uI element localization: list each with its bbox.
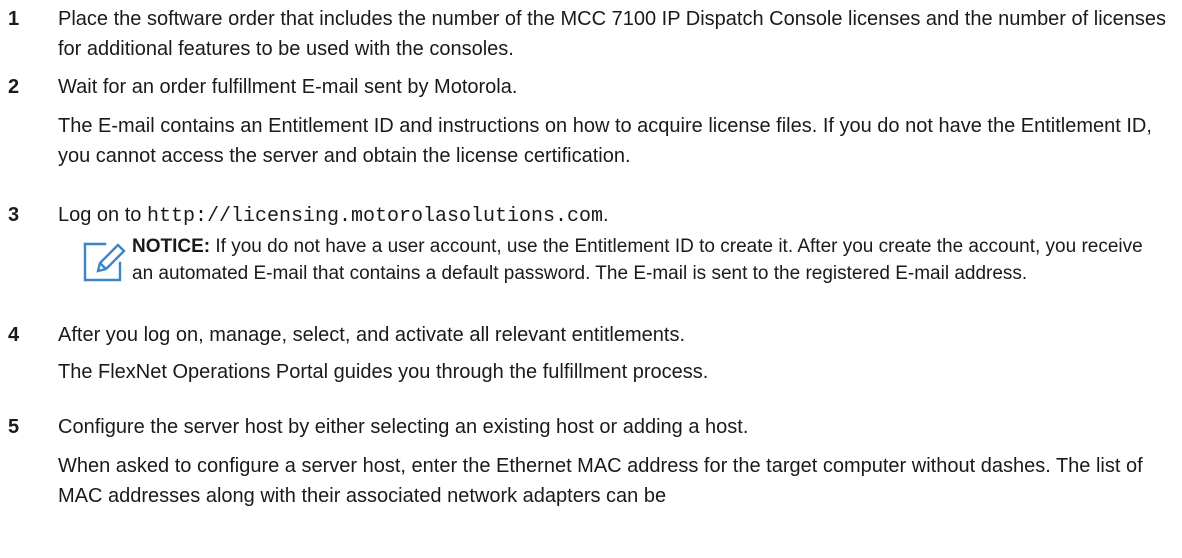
step-2-detail: The E-mail contains an Entitlement ID an… [58, 115, 1152, 167]
step-text: Configure the server host by either sele… [58, 416, 749, 438]
notice-label: NOTICE: [132, 236, 211, 257]
edit-note-icon [83, 242, 126, 282]
step-number: 1 [8, 8, 20, 30]
step-text: After you log on, manage, select, and ac… [58, 324, 686, 346]
step-number: 5 [8, 416, 20, 438]
step-text-prefix: Log on to [58, 204, 147, 226]
step-number: 2 [8, 76, 20, 98]
step-text: Place the software order that includes t… [58, 8, 1167, 60]
document-page: 1 Place the software order that includes… [0, 0, 1182, 558]
notice-text: NOTICE: If you do not have a user accoun… [132, 233, 1162, 287]
step-number: 3 [8, 204, 20, 226]
step-5-detail: When asked to configure a server host, e… [58, 455, 1143, 507]
step-text-suffix: . [603, 204, 609, 226]
step-text: Wait for an order fulfillment E-mail sen… [58, 76, 518, 98]
notice-body: If you do not have a user account, use t… [132, 236, 1143, 284]
step-text: Log on to http://licensing.motorolasolut… [58, 200, 1168, 232]
licensing-url: http://licensing.motorolasolutions.com [146, 205, 604, 228]
step-4-detail: The FlexNet Operations Portal guides you… [58, 361, 709, 383]
step-number: 4 [8, 324, 20, 346]
